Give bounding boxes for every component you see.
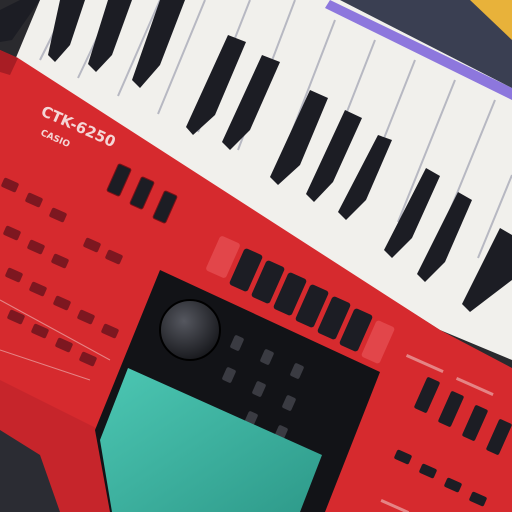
keyboard-photo: CTK-6250 CASIO [0,0,512,512]
photo-canvas: CTK-6250 CASIO [0,0,512,512]
dial-knob[interactable] [159,299,221,361]
